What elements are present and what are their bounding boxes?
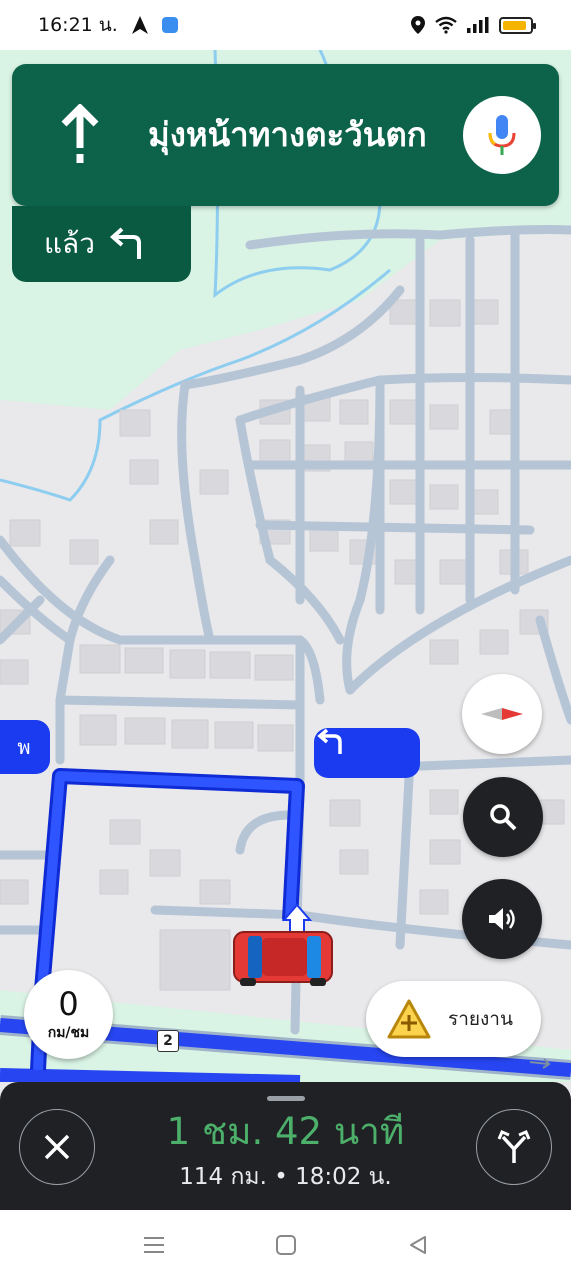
route-callout-left-text: พ [17, 735, 31, 759]
road-shield: 2 [157, 1030, 179, 1052]
back-icon[interactable] [407, 1234, 429, 1256]
report-label: รายงาน [448, 1008, 513, 1030]
report-warning-icon [387, 999, 431, 1039]
location-icon [411, 16, 425, 34]
route-callout-left[interactable]: พ [0, 720, 50, 774]
close-icon [44, 1134, 70, 1160]
speed-value: 0 [58, 984, 79, 1023]
then-label: แล้ว [44, 227, 95, 260]
eta-details: 114 กม. • 18:02 น. [179, 1164, 392, 1190]
menu-icon[interactable] [143, 1235, 165, 1255]
direction-text: มุ่งหน้าทางตะวันตก [148, 115, 427, 154]
battery-icon [499, 16, 536, 34]
app-notification-icon [161, 17, 178, 33]
turn-callout[interactable] [314, 728, 420, 778]
turn-left-icon [317, 728, 342, 754]
turn-left-icon [109, 227, 141, 259]
eta-duration: 1 ชม. 42 นาที [166, 1110, 405, 1153]
trip-panel[interactable]: 1 ชม. 42 นาที 114 กม. • 18:02 น. [0, 1082, 571, 1210]
speedometer: 0 กม/ชม [24, 970, 113, 1059]
compass-button[interactable] [462, 674, 542, 754]
car-icon [233, 931, 333, 986]
microphone-button[interactable] [463, 96, 541, 174]
battery-fill [503, 20, 527, 30]
then-box[interactable]: แล้ว [12, 206, 191, 282]
report-button[interactable]: รายงาน [366, 981, 541, 1057]
route-options-icon [497, 1130, 531, 1163]
compass-icon [481, 708, 523, 720]
speed-unit: กม/ชม [47, 1024, 90, 1041]
close-navigation-button[interactable] [19, 1109, 95, 1185]
status-bar: 16:21 น. [0, 0, 571, 50]
straight-arrow-icon [12, 64, 148, 206]
search-icon [490, 804, 517, 831]
home-icon[interactable] [275, 1234, 297, 1256]
signal-icon [467, 17, 489, 33]
search-button[interactable] [463, 777, 543, 857]
microphone-icon [488, 115, 516, 155]
system-navigation-bar [0, 1210, 571, 1280]
sound-button[interactable] [462, 879, 542, 959]
drag-handle[interactable] [267, 1096, 305, 1101]
volume-icon [489, 908, 515, 930]
wifi-icon [435, 16, 457, 34]
route-options-button[interactable] [476, 1109, 552, 1185]
status-time: 16:21 น. [38, 14, 118, 36]
navigation-banner[interactable]: มุ่งหน้าทางตะวันตก [12, 64, 559, 206]
navigation-arrow-icon [131, 16, 148, 34]
